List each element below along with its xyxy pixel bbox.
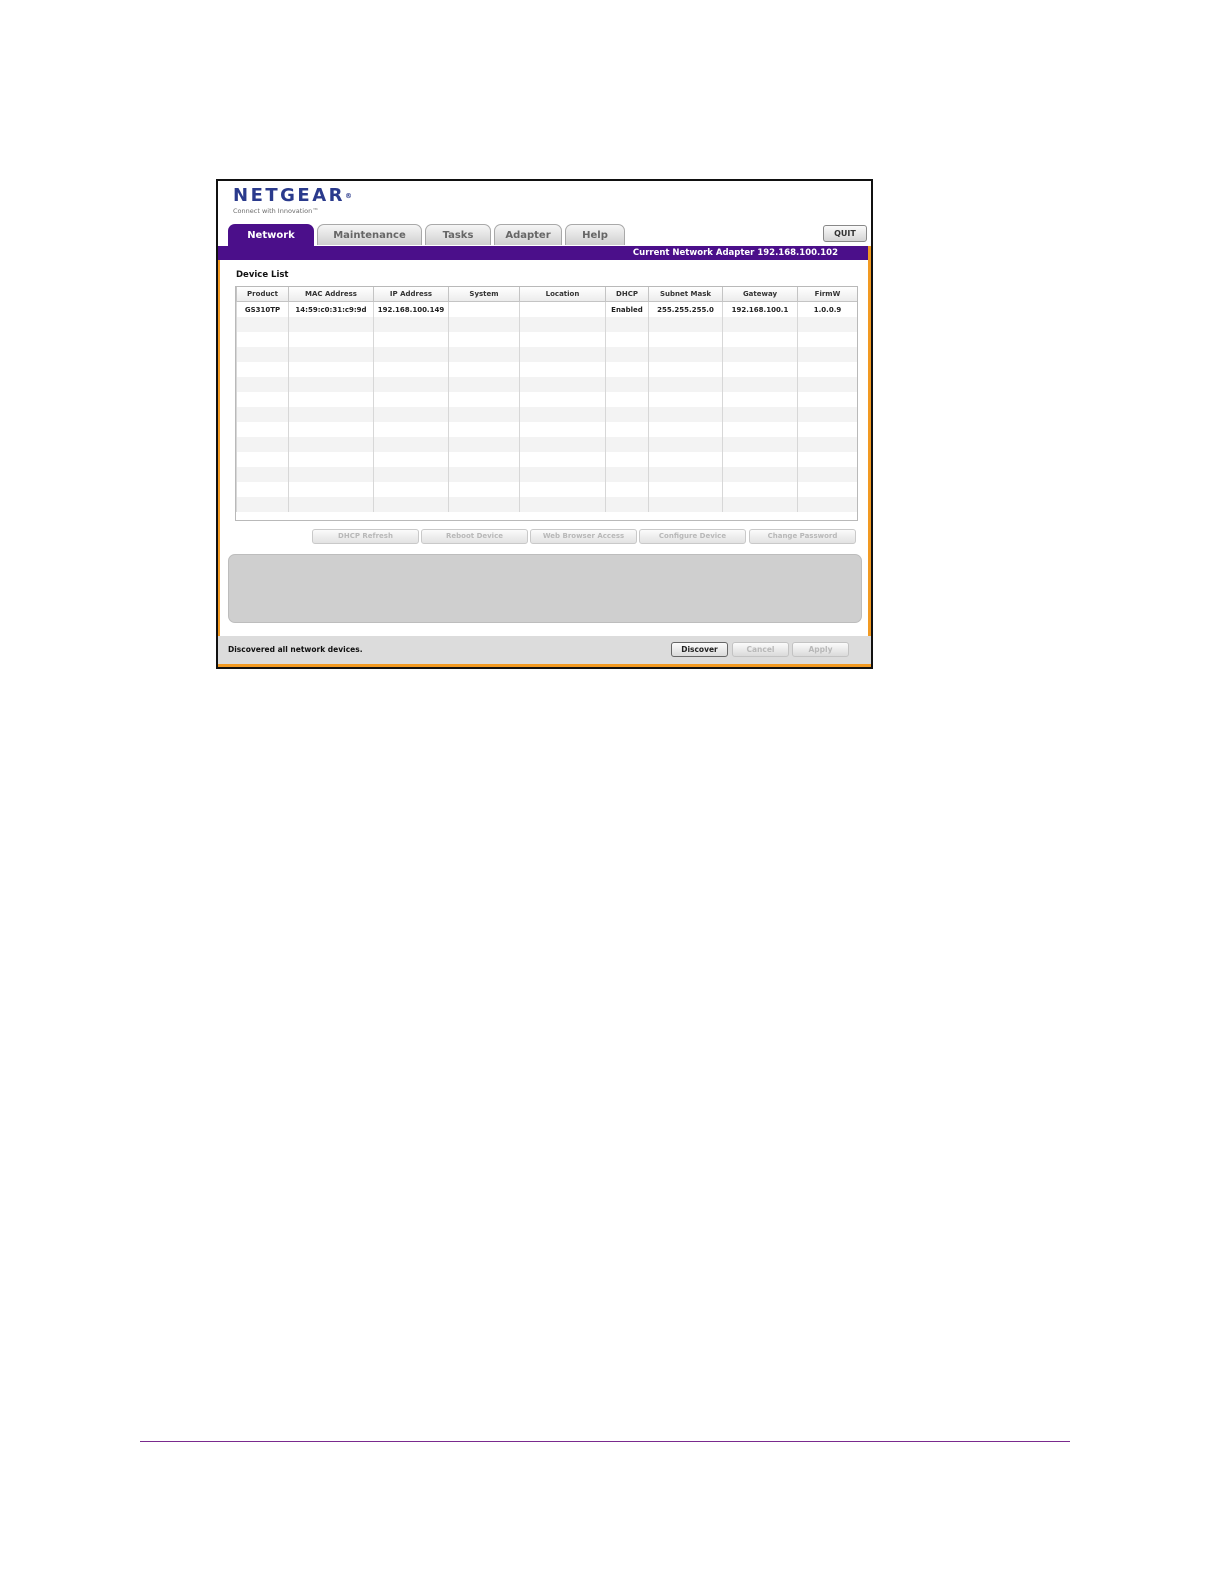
empty-table-row [236,332,857,347]
empty-table-row [236,362,857,377]
column-header-location[interactable]: Location [519,287,606,302]
current-adapter-text: Current Network Adapter 192.168.100.102 [632,248,838,258]
empty-table-row [236,497,857,512]
logo-text: NETGEAR [233,185,345,206]
cell-subnet-mask: 255.255.255.0 [648,301,723,317]
cell-product: GS310TP [236,301,289,317]
empty-table-row [236,437,857,452]
tab-help[interactable]: Help [565,224,625,245]
column-header-dhcp[interactable]: DHCP [605,287,649,302]
configure-device-button[interactable]: Configure Device [639,529,746,544]
cancel-button[interactable]: Cancel [732,642,789,657]
empty-table-row [236,452,857,467]
empty-table-row [236,407,857,422]
logo-tagline: Connect with Innovation™ [233,207,319,215]
change-password-button[interactable]: Change Password [749,529,856,544]
column-header-gateway[interactable]: Gateway [722,287,798,302]
table-row[interactable]: GS310TP 14:59:c0:31:c9:9d 192.168.100.14… [236,301,857,317]
empty-table-row [236,347,857,362]
tab-adapter[interactable]: Adapter [494,224,562,245]
info-panel [228,554,862,623]
column-header-product[interactable]: Product [236,287,289,302]
registered-mark-icon: ® [345,192,352,200]
apply-button[interactable]: Apply [792,642,849,657]
column-header-firmware[interactable]: FirmW [797,287,857,302]
dhcp-refresh-button[interactable]: DHCP Refresh [312,529,419,544]
cell-firmware: 1.0.0.9 [797,301,857,317]
cell-system [448,301,520,317]
tab-network[interactable]: Network [228,224,314,247]
column-header-mac-address[interactable]: MAC Address [288,287,374,302]
column-header-ip-address[interactable]: IP Address [373,287,449,302]
table-header-row: Product MAC Address IP Address System Lo… [236,287,857,302]
empty-table-row [236,467,857,482]
tab-maintenance[interactable]: Maintenance [317,224,422,245]
status-message: Discovered all network devices. [228,645,363,654]
column-header-system[interactable]: System [448,287,520,302]
status-bar: Discovered all network devices. Discover… [218,636,871,667]
device-table[interactable]: Product MAC Address IP Address System Lo… [235,286,858,521]
adapter-bar: Current Network Adapter 192.168.100.102 [218,246,871,260]
cell-mac-address: 14:59:c0:31:c9:9d [288,301,374,317]
reboot-device-button[interactable]: Reboot Device [421,529,528,544]
netgear-logo: NETGEAR® Connect with Innovation™ [233,186,352,216]
web-browser-access-button[interactable]: Web Browser Access [530,529,637,544]
tab-tasks[interactable]: Tasks [425,224,491,245]
cell-ip-address: 192.168.100.149 [373,301,449,317]
cell-gateway: 192.168.100.1 [722,301,798,317]
netgear-utility-window: NETGEAR® Connect with Innovation™ Networ… [216,179,873,669]
empty-table-row [236,392,857,407]
device-list-title: Device List [236,270,289,280]
quit-button[interactable]: QUIT [823,225,867,242]
main-tabs: Network Maintenance Tasks Adapter Help [218,224,871,247]
cell-location [519,301,606,317]
page-footer-rule [140,1441,1070,1442]
empty-table-row [236,422,857,437]
empty-table-row [236,317,857,332]
empty-table-row [236,482,857,497]
discover-button[interactable]: Discover [671,642,728,657]
empty-table-row [236,377,857,392]
column-header-subnet-mask[interactable]: Subnet Mask [648,287,723,302]
cell-dhcp: Enabled [605,301,649,317]
